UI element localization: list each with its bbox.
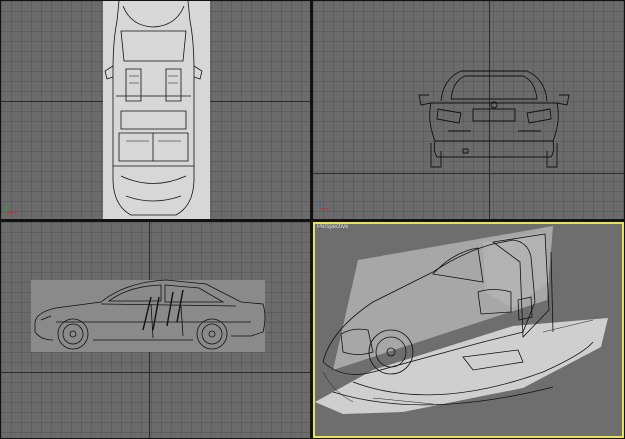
car-perspective-blueprint <box>315 226 608 414</box>
axis-tripod-icon <box>319 201 329 210</box>
viewport-left[interactable] <box>1 222 310 438</box>
svg-text:x: x <box>15 209 18 215</box>
viewport-top[interactable]: x <box>1 1 310 219</box>
axis-tripod-icon: x <box>5 205 18 215</box>
viewport-perspective[interactable]: Perspective <box>313 222 624 438</box>
car-top-blueprint <box>103 1 210 219</box>
car-front-view-wireframe <box>418 70 570 168</box>
car-side-blueprint <box>31 279 266 352</box>
viewport-front[interactable] <box>313 1 624 219</box>
